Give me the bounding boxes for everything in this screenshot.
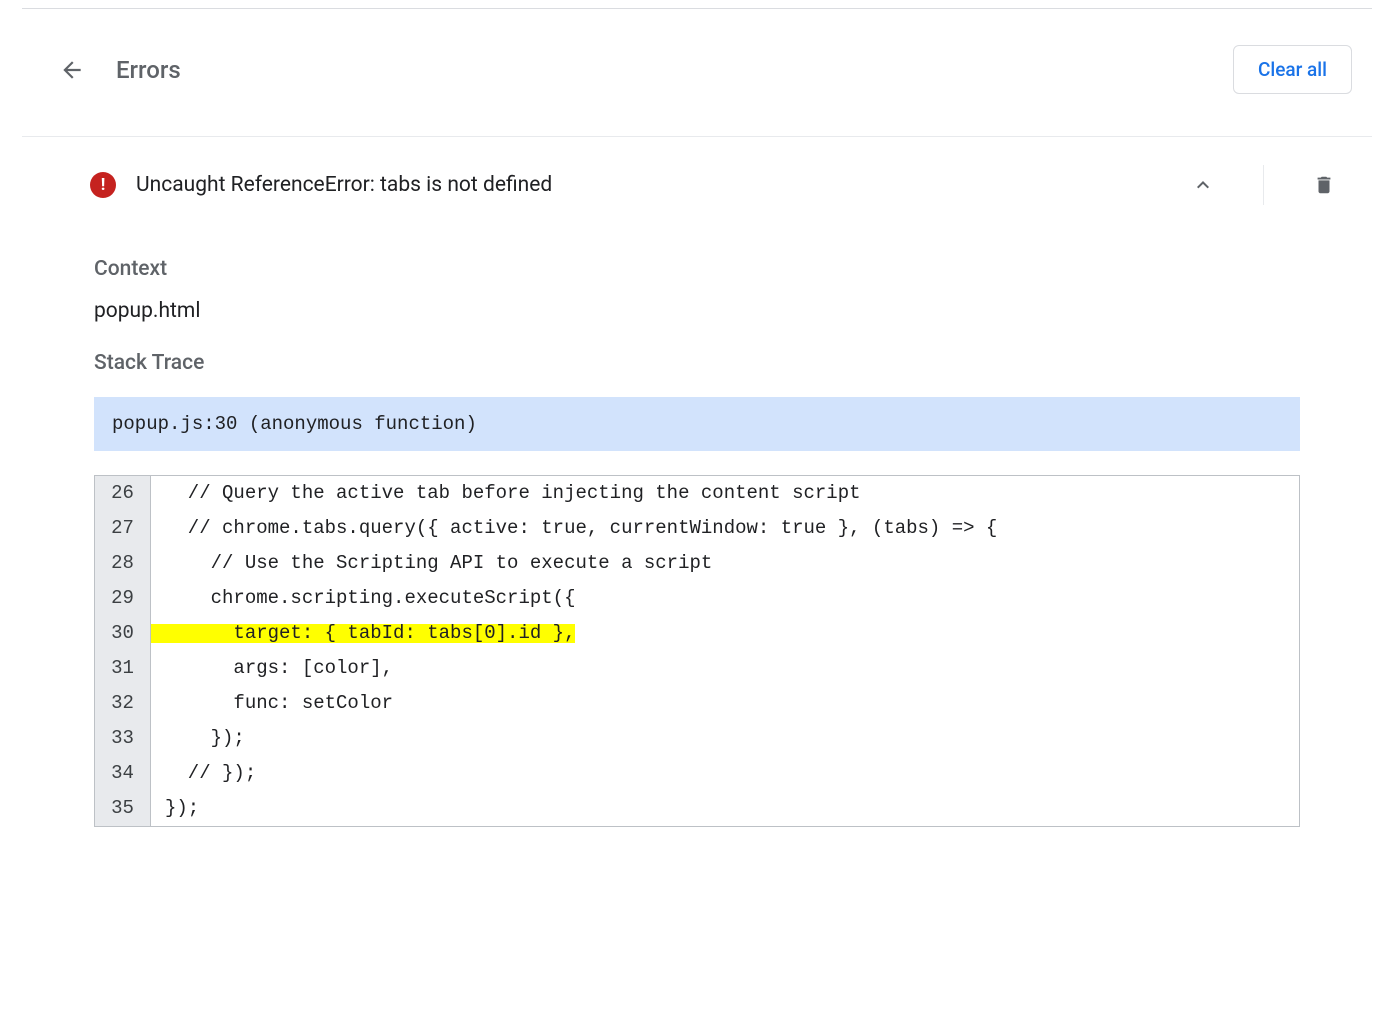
line-content: // Use the Scripting API to execute a sc… — [151, 546, 1299, 581]
line-number: 34 — [95, 756, 151, 791]
error-icon-glyph: ! — [101, 177, 106, 194]
code-row: 34 // }); — [95, 756, 1299, 791]
code-row: 28 // Use the Scripting API to execute a… — [95, 546, 1299, 581]
clear-all-button[interactable]: Clear all — [1233, 45, 1352, 94]
line-content: }); — [151, 791, 1299, 826]
context-value: popup.html — [94, 299, 1300, 323]
code-row: 33 }); — [95, 721, 1299, 756]
trash-icon[interactable] — [1312, 173, 1336, 197]
error-actions — [1191, 165, 1336, 205]
error-row[interactable]: ! Uncaught ReferenceError: tabs is not d… — [22, 137, 1372, 233]
line-content: // }); — [151, 756, 1299, 791]
line-content: target: { tabId: tabs[0].id }, — [151, 616, 1299, 651]
line-content: chrome.scripting.executeScript({ — [151, 581, 1299, 616]
line-number: 29 — [95, 581, 151, 616]
back-arrow-icon[interactable] — [58, 56, 86, 84]
header-bar: Errors Clear all — [22, 21, 1372, 118]
line-number: 33 — [95, 721, 151, 756]
line-content: }); — [151, 721, 1299, 756]
code-row: 35}); — [95, 791, 1299, 826]
line-content: // chrome.tabs.query({ active: true, cur… — [151, 511, 1299, 546]
line-number: 35 — [95, 791, 151, 826]
page-title: Errors — [116, 56, 181, 84]
line-number: 27 — [95, 511, 151, 546]
code-row: 29 chrome.scripting.executeScript({ — [95, 581, 1299, 616]
code-row: 31 args: [color], — [95, 651, 1299, 686]
error-icon: ! — [90, 172, 116, 198]
header-left: Errors — [58, 56, 181, 84]
line-number: 26 — [95, 476, 151, 511]
line-content: args: [color], — [151, 651, 1299, 686]
stack-frame[interactable]: popup.js:30 (anonymous function) — [94, 397, 1300, 451]
errors-panel: Errors Clear all ! Uncaught ReferenceErr… — [22, 8, 1372, 847]
line-number: 28 — [95, 546, 151, 581]
code-block: 26 // Query the active tab before inject… — [94, 475, 1300, 827]
code-row: 26 // Query the active tab before inject… — [95, 476, 1299, 511]
line-number: 30 — [95, 616, 151, 651]
line-content: func: setColor — [151, 686, 1299, 721]
line-number: 32 — [95, 686, 151, 721]
context-heading: Context — [94, 257, 1300, 281]
code-row: 30 target: { tabId: tabs[0].id }, — [95, 616, 1299, 651]
error-message: Uncaught ReferenceError: tabs is not def… — [136, 173, 1171, 197]
code-row: 32 func: setColor — [95, 686, 1299, 721]
stack-trace-heading: Stack Trace — [94, 351, 1300, 375]
error-details: Context popup.html Stack Trace popup.js:… — [22, 257, 1372, 847]
action-separator — [1263, 165, 1264, 205]
code-row: 27 // chrome.tabs.query({ active: true, … — [95, 511, 1299, 546]
line-content: // Query the active tab before injecting… — [151, 476, 1299, 511]
highlighted-code: target: { tabId: tabs[0].id }, — [151, 624, 575, 643]
chevron-up-icon[interactable] — [1191, 173, 1215, 197]
line-number: 31 — [95, 651, 151, 686]
